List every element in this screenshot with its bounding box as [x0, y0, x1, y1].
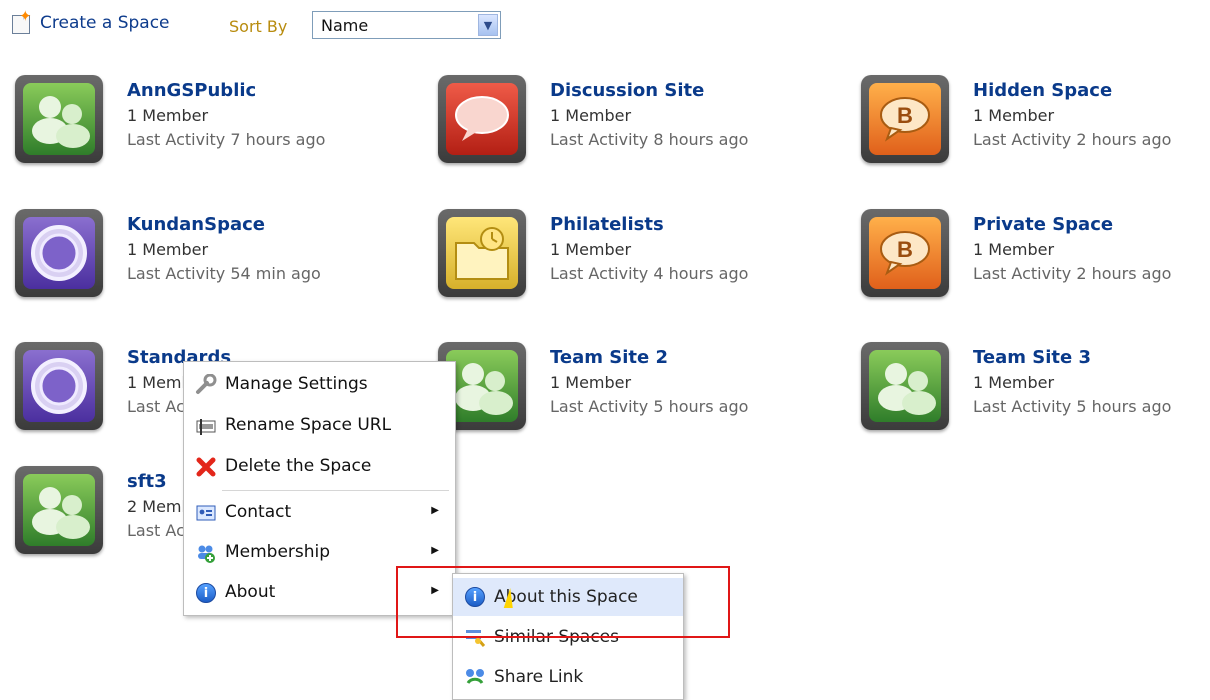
space-activity: Last Activity 4 hours ago	[550, 264, 749, 283]
create-space-link[interactable]: ✦ Create a Space	[10, 9, 170, 34]
space-members: 1 Member	[550, 240, 632, 259]
svg-text:B: B	[897, 103, 913, 128]
rename-field-icon	[195, 415, 217, 437]
space-item[interactable]: Discussion Site 1 Member Last Activity 8…	[433, 70, 773, 166]
space-name[interactable]: Philatelists	[550, 214, 664, 235]
space-item[interactable]: Team Site 2 1 Member Last Activity 5 hou…	[433, 337, 773, 433]
add-members-icon	[195, 542, 217, 564]
group-icon[interactable]	[861, 342, 949, 430]
menu-item-delete-space[interactable]: Delete the Space	[184, 448, 455, 484]
submenu-item-share-link[interactable]: Share Link	[453, 658, 683, 696]
menu-label: Delete the Space	[225, 456, 372, 476]
menu-label: Membership	[225, 542, 331, 562]
space-name[interactable]: KundanSpace	[127, 214, 265, 235]
submenu-label: Share Link	[494, 667, 584, 687]
porthole-icon[interactable]	[15, 209, 103, 297]
space-activity: Last Activity 8 hours ago	[550, 130, 749, 149]
space-members: 1 Member	[973, 240, 1055, 259]
space-members: 1 Member	[973, 373, 1055, 392]
group-icon[interactable]	[15, 75, 103, 163]
speech-bubble-icon[interactable]	[438, 75, 526, 163]
folder-clock-icon[interactable]	[438, 209, 526, 297]
space-name[interactable]: Private Space	[973, 214, 1113, 235]
sort-select[interactable]: Name ▼	[312, 11, 501, 39]
space-members: 1 Member	[973, 106, 1055, 125]
menu-label: Manage Settings	[225, 374, 368, 394]
submenu-arrow-icon: ▶	[431, 505, 439, 516]
space-activity: Last Activity 5 hours ago	[550, 397, 749, 416]
space-item[interactable]: B Hidden Space 1 Member Last Activity 2 …	[856, 70, 1196, 166]
svg-text:B: B	[897, 237, 913, 262]
space-name[interactable]: AnnGSPublic	[127, 80, 256, 101]
new-page-icon: ✦	[10, 9, 32, 34]
group-icon[interactable]	[15, 466, 103, 554]
info-icon: i	[195, 582, 217, 604]
space-members: 1 Member	[550, 373, 632, 392]
space-name[interactable]: Team Site 3	[973, 347, 1091, 368]
space-name[interactable]: Discussion Site	[550, 80, 704, 101]
space-members: 1 Member	[550, 106, 632, 125]
menu-item-contact[interactable]: Contact ▶	[184, 494, 455, 530]
create-space-label: Create a Space	[40, 13, 170, 33]
blog-bubble-icon[interactable]: B	[861, 209, 949, 297]
space-item[interactable]: B Private Space 1 Member Last Activity 2…	[856, 204, 1196, 300]
space-activity: Last Activity 54 min ago	[127, 264, 321, 283]
menu-item-manage-settings[interactable]: Manage Settings	[184, 366, 455, 402]
spaces-toolbar: ✦ Create a Space Sort By Name ▼	[10, 8, 610, 42]
sort-select-value: Name	[321, 16, 369, 35]
space-item[interactable]: AnnGSPublic 1 Member Last Activity 7 hou…	[10, 70, 350, 166]
space-activity: Last Activity 5 hours ago	[973, 397, 1172, 416]
menu-separator	[222, 490, 449, 491]
space-name[interactable]: sft3	[127, 471, 167, 492]
menu-item-membership[interactable]: Membership ▶	[184, 534, 455, 570]
wrench-icon	[195, 374, 217, 396]
menu-label: Rename Space URL	[225, 415, 392, 435]
space-item[interactable]: KundanSpace 1 Member Last Activity 54 mi…	[10, 204, 350, 300]
space-item[interactable]: Philatelists 1 Member Last Activity 4 ho…	[433, 204, 773, 300]
chevron-down-icon[interactable]: ▼	[478, 14, 498, 36]
space-name[interactable]: Team Site 2	[550, 347, 668, 368]
share-link-icon	[464, 666, 486, 688]
sort-by-label: Sort By	[229, 17, 288, 36]
space-activity: Last Activity 2 hours ago	[973, 264, 1172, 283]
blog-bubble-icon[interactable]: B	[861, 75, 949, 163]
delete-x-icon	[195, 456, 217, 478]
space-name[interactable]: Hidden Space	[973, 80, 1112, 101]
menu-label: Contact	[225, 502, 292, 522]
menu-label: About	[225, 582, 276, 602]
menu-item-rename-url[interactable]: Rename Space URL	[184, 407, 455, 443]
space-members: 1 Member	[127, 240, 209, 259]
space-item[interactable]: Team Site 3 1 Member Last Activity 5 hou…	[856, 337, 1196, 433]
space-members: 1 Member	[127, 106, 209, 125]
submenu-arrow-icon: ▶	[431, 545, 439, 556]
highlight-box	[396, 566, 730, 638]
space-activity: Last Activity 2 hours ago	[973, 130, 1172, 149]
contact-card-icon	[195, 502, 217, 524]
space-activity: Last Activity 7 hours ago	[127, 130, 326, 149]
porthole-icon[interactable]	[15, 342, 103, 430]
